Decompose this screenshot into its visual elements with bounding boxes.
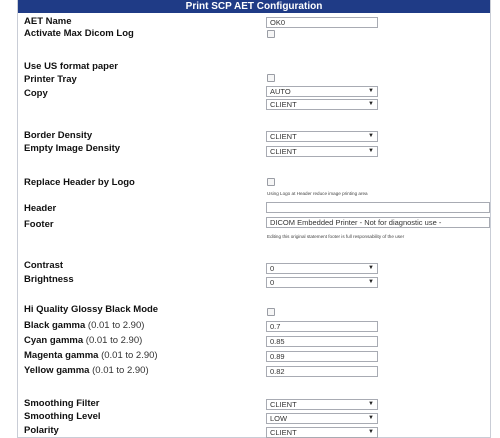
replace-header-by-logo-label: Replace Header by Logo xyxy=(24,177,135,188)
chevron-down-icon: ▼ xyxy=(368,101,374,107)
replace-header-note: Using Logo at Header reduce image printi… xyxy=(267,191,368,196)
footer-label: Footer xyxy=(24,219,54,230)
polarity-select[interactable]: CLIENT ▼ xyxy=(266,427,378,438)
smoothing-level-label: Smoothing Level xyxy=(24,411,101,422)
contrast-select[interactable]: 0 ▼ xyxy=(266,263,378,274)
border-density-select[interactable]: CLIENT ▼ xyxy=(266,131,378,142)
printer-tray-label: Printer Tray xyxy=(24,74,77,85)
polarity-value: CLIENT xyxy=(270,428,297,437)
copy-select[interactable]: CLIENT ▼ xyxy=(266,99,378,110)
smoothing-filter-value: CLIENT xyxy=(270,400,297,409)
magenta-gamma-label: Magenta gamma (0.01 to 2.90) xyxy=(24,350,158,362)
yellow-gamma-name: Yellow gamma xyxy=(24,365,90,376)
footer-note: Editing this original statement footer i… xyxy=(267,234,405,239)
printer-tray-value: AUTO xyxy=(270,87,291,96)
yellow-gamma-input[interactable]: 0.82 xyxy=(266,366,378,377)
smoothing-filter-select[interactable]: CLIENT ▼ xyxy=(266,399,378,410)
border-density-label: Border Density xyxy=(24,130,93,141)
smoothing-filter-label: Smoothing Filter xyxy=(24,398,100,409)
smoothing-level-select[interactable]: LOW ▼ xyxy=(266,413,378,424)
magenta-gamma-range: (0.01 to 2.90) xyxy=(101,350,158,361)
chevron-down-icon: ▼ xyxy=(368,415,374,421)
empty-image-density-select[interactable]: CLIENT ▼ xyxy=(266,146,378,157)
header-label: Header xyxy=(24,203,57,214)
black-gamma-input[interactable]: 0.7 xyxy=(266,321,378,332)
aet-name-label: AET Name xyxy=(24,16,72,27)
black-gamma-range: (0.01 to 2.90) xyxy=(87,320,145,331)
chevron-down-icon: ▼ xyxy=(368,265,374,271)
hi-quality-glossy-checkbox[interactable] xyxy=(267,308,275,316)
brightness-select[interactable]: 0 ▼ xyxy=(266,277,378,288)
cyan-gamma-input[interactable]: 0.85 xyxy=(266,336,378,347)
config-panel: Print SCP AET Configuration AET Name OK0… xyxy=(17,0,491,438)
border-density-value: CLIENT xyxy=(270,132,297,141)
contrast-value: 0 xyxy=(270,264,275,273)
chevron-down-icon: ▼ xyxy=(368,133,374,139)
copy-value: CLIENT xyxy=(270,100,297,109)
use-us-format-paper-label: Use US format paper xyxy=(24,61,118,72)
cyan-gamma-name: Cyan gamma xyxy=(24,335,84,346)
magenta-gamma-name: Magenta gamma xyxy=(24,350,99,361)
aet-name-input[interactable]: OK0 xyxy=(266,17,378,28)
replace-header-by-logo-checkbox[interactable] xyxy=(267,178,275,186)
use-us-format-paper-checkbox[interactable] xyxy=(267,74,275,82)
yellow-gamma-label: Yellow gamma (0.01 to 2.90) xyxy=(24,365,149,377)
copy-label: Copy xyxy=(24,88,48,99)
panel-title: Print SCP AET Configuration xyxy=(18,0,490,13)
chevron-down-icon: ▼ xyxy=(368,401,374,407)
empty-image-density-value: CLIENT xyxy=(270,147,297,156)
contrast-label: Contrast xyxy=(24,260,64,271)
black-gamma-name: Black gamma xyxy=(24,320,86,331)
chevron-down-icon: ▼ xyxy=(368,429,374,435)
magenta-gamma-input[interactable]: 0.89 xyxy=(266,351,378,362)
chevron-down-icon: ▼ xyxy=(368,148,374,154)
brightness-label: Brightness xyxy=(24,274,74,285)
brightness-value: 0 xyxy=(270,278,275,287)
cyan-gamma-range: (0.01 to 2.90) xyxy=(85,335,143,346)
cyan-gamma-label: Cyan gamma (0.01 to 2.90) xyxy=(24,335,142,347)
chevron-down-icon: ▼ xyxy=(368,279,374,285)
header-input[interactable] xyxy=(266,202,490,213)
footer-input[interactable]: DICOM Embedded Printer - Not for diagnos… xyxy=(266,217,490,228)
empty-image-density-label: Empty Image Density xyxy=(24,143,121,154)
chevron-down-icon: ▼ xyxy=(368,88,374,94)
activate-max-dicom-log-label: Activate Max Dicom Log xyxy=(24,28,134,39)
smoothing-level-value: LOW xyxy=(270,414,288,423)
activate-max-dicom-log-checkbox[interactable] xyxy=(267,30,275,38)
printer-tray-select[interactable]: AUTO ▼ xyxy=(266,86,378,97)
black-gamma-label: Black gamma (0.01 to 2.90) xyxy=(24,320,144,332)
hi-quality-glossy-label: Hi Quality Glossy Black Mode xyxy=(24,304,159,315)
yellow-gamma-range: (0.01 to 2.90) xyxy=(92,365,149,376)
polarity-label: Polarity xyxy=(24,425,59,436)
